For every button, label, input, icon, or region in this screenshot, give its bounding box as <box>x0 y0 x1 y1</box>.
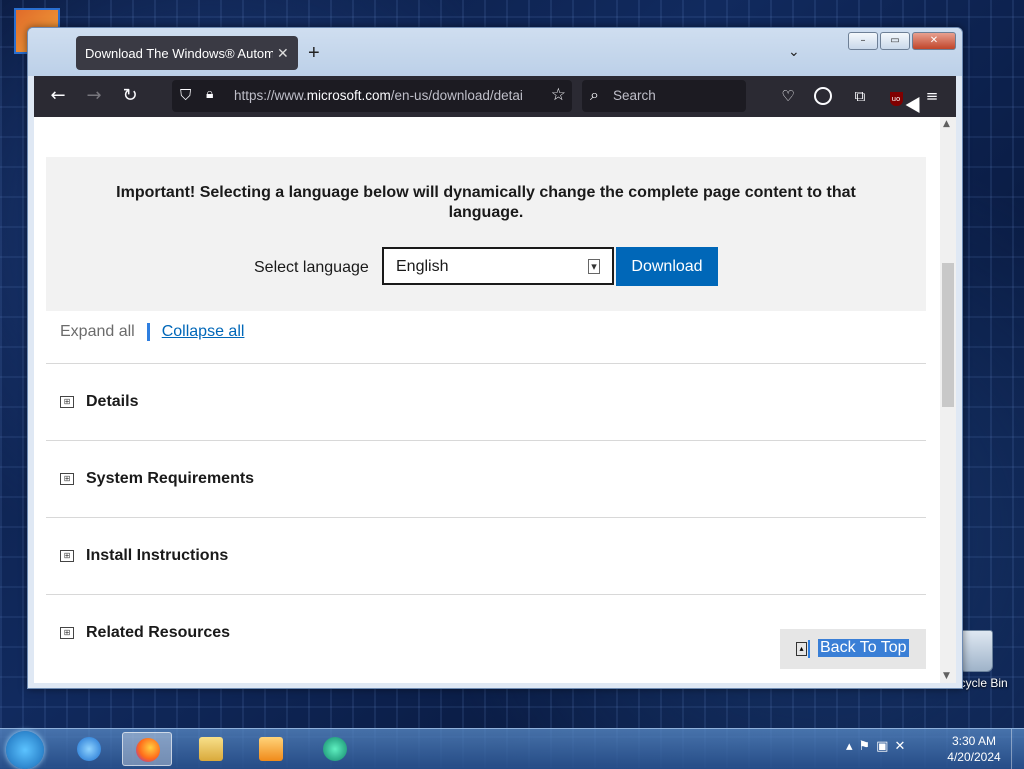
taskbar-firefox[interactable] <box>122 732 172 766</box>
folder-icon <box>199 737 223 761</box>
extensions-icon[interactable]: ⧉ <box>850 86 870 106</box>
show-desktop-button[interactable] <box>1011 729 1024 769</box>
window-controls: – ▭ ✕ <box>848 32 956 50</box>
minimize-button[interactable]: – <box>848 32 878 50</box>
taskbar: ▴⚑▣✕ 3:30 AM 4/20/2024 <box>0 728 1024 769</box>
section-details[interactable]: ⊞ Details <box>46 363 926 440</box>
section-label: Related Resources <box>86 624 231 641</box>
language-selector-panel: Important! Selecting a language below wi… <box>46 157 926 311</box>
close-tab-icon[interactable]: ✕ <box>277 45 289 62</box>
app-icon <box>323 737 347 761</box>
taskbar-file-explorer[interactable] <box>186 732 236 766</box>
tracking-shield-icon[interactable]: ⛉ <box>180 86 191 104</box>
clock-time: 3:30 AM <box>951 734 997 748</box>
text-cursor <box>146 323 150 341</box>
back-to-top-label: Back To Top <box>818 639 909 657</box>
new-tab-button[interactable]: + <box>308 42 320 65</box>
scroll-down-icon[interactable]: ▼ <box>943 671 950 681</box>
reload-icon[interactable]: ↻ <box>118 84 142 108</box>
language-notice: Important! Selecting a language below wi… <box>116 184 856 221</box>
forward-arrow-icon[interactable]: → <box>82 84 106 108</box>
system-tray[interactable]: ▴⚑▣✕ <box>846 739 911 754</box>
up-arrow-icon: ▴ <box>796 642 807 656</box>
address-bar[interactable]: ⛉ 🔒︎ https://www.microsoft.com/en-us/dow… <box>172 80 572 112</box>
download-button[interactable]: Download <box>616 247 718 286</box>
language-select[interactable]: English ▾ <box>382 247 614 285</box>
firefox-icon <box>136 738 160 762</box>
tab-title: Download The Windows® Automat <box>85 45 273 61</box>
back-arrow-icon[interactable]: ← <box>46 84 70 108</box>
selected-language: English <box>396 258 449 275</box>
title-bar: Download The Windows® Automat ✕ + ⌄ – ▭ … <box>28 28 962 76</box>
select-language-label: Select language <box>254 259 369 276</box>
expand-icon: ⊞ <box>60 550 74 562</box>
expand-all-link[interactable]: Expand all <box>60 323 135 340</box>
recycle-bin-icon <box>959 630 993 672</box>
media-player-icon <box>259 737 283 761</box>
close-window-button[interactable]: ✕ <box>912 32 956 50</box>
account-icon[interactable] <box>814 87 832 105</box>
section-label: Details <box>86 393 139 410</box>
pocket-icon[interactable]: ♡ <box>778 86 798 106</box>
start-button[interactable] <box>6 731 44 769</box>
scrollbar-thumb[interactable] <box>942 263 954 407</box>
expand-icon: ⊞ <box>60 627 74 639</box>
internet-explorer-icon <box>77 737 101 761</box>
taskbar-app[interactable] <box>310 732 360 766</box>
url-text[interactable]: https://www.microsoft.com/en-us/download… <box>234 88 544 103</box>
section-label: System Requirements <box>86 470 255 487</box>
text-cursor <box>808 640 810 658</box>
ublock-icon[interactable]: uo <box>886 86 906 106</box>
dropdown-arrow-icon: ▾ <box>588 259 600 274</box>
lock-icon[interactable]: 🔒︎ <box>206 86 213 102</box>
scroll-up-icon[interactable]: ▲ <box>943 119 950 129</box>
list-tabs-icon[interactable]: ⌄ <box>788 44 800 60</box>
clock[interactable]: 3:30 AM 4/20/2024 <box>946 733 1002 765</box>
taskbar-media-player[interactable] <box>246 732 296 766</box>
section-install-instructions[interactable]: ⊞ Install Instructions <box>46 517 926 594</box>
collapse-all-link[interactable]: Collapse all <box>162 323 245 340</box>
search-bar[interactable]: ⌕ Search <box>582 80 746 112</box>
maximize-button[interactable]: ▭ <box>880 32 910 50</box>
expand-icon: ⊞ <box>60 396 74 408</box>
menu-icon[interactable]: ≡ <box>922 86 942 106</box>
expand-collapse-controls: Expand all Collapse all <box>60 323 244 341</box>
section-system-requirements[interactable]: ⊞ System Requirements <box>46 440 926 517</box>
navigation-toolbar: ← → ↻ ⛉ 🔒︎ https://www.microsoft.com/en-… <box>34 76 956 117</box>
section-label: Install Instructions <box>86 547 229 564</box>
bookmark-star-icon[interactable]: ☆ <box>551 85 566 105</box>
browser-window: Download The Windows® Automat ✕ + ⌄ – ▭ … <box>27 27 963 689</box>
search-placeholder: Search <box>613 88 656 103</box>
back-to-top-button[interactable]: ▴ Back To Top <box>780 629 926 669</box>
vertical-scrollbar[interactable]: ▲ ▼ <box>940 117 956 683</box>
taskbar-internet-explorer[interactable] <box>64 732 114 766</box>
search-icon: ⌕ <box>590 85 599 104</box>
clock-date: 4/20/2024 <box>947 750 1001 764</box>
expand-icon: ⊞ <box>60 473 74 485</box>
browser-tab[interactable]: Download The Windows® Automat ✕ <box>76 36 298 70</box>
page-content: Important! Selecting a language below wi… <box>34 117 940 683</box>
